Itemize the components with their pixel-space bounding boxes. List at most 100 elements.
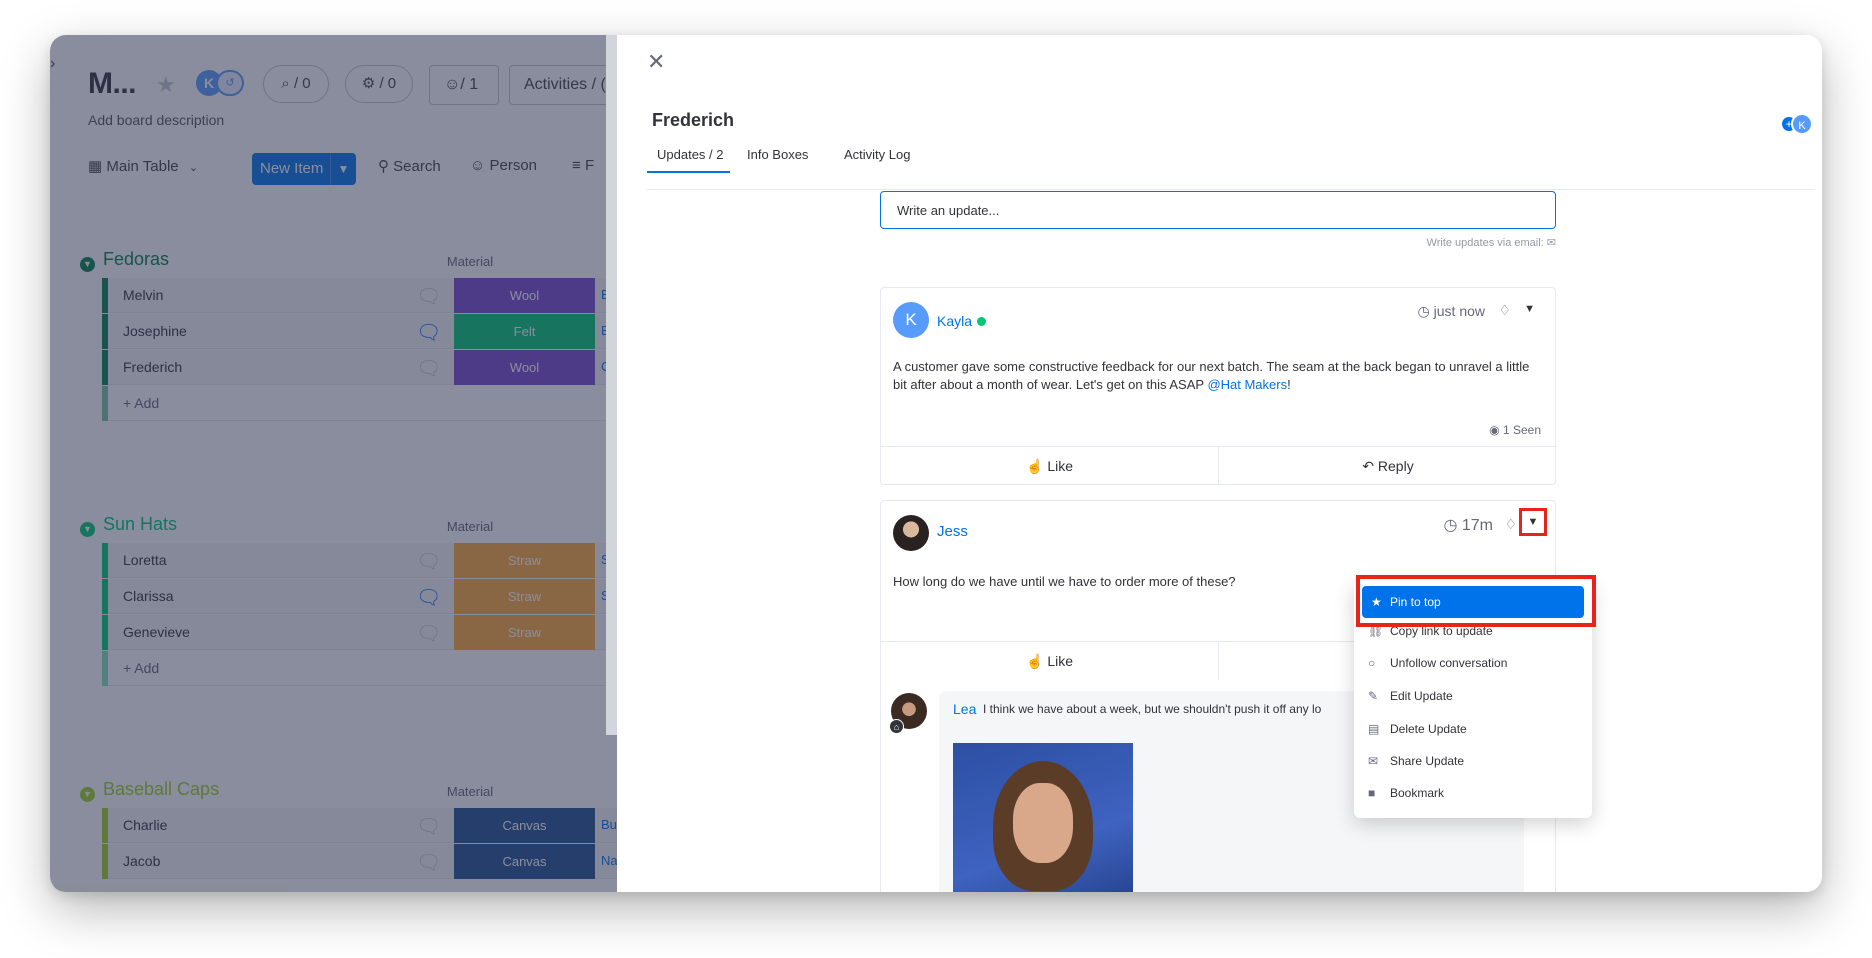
reply-author[interactable]: Lea xyxy=(953,701,976,717)
menu-item-bookmark[interactable]: ■ Bookmark xyxy=(1354,777,1592,809)
table-row[interactable]: Charlie 🗨 Canvas Burgu xyxy=(102,808,617,843)
material-cell[interactable]: Straw xyxy=(454,615,595,650)
column-header-material[interactable]: Material xyxy=(405,784,535,799)
post-author[interactable]: Kayla xyxy=(937,313,987,329)
menu-item-edit[interactable]: ✎ Edit Update xyxy=(1354,680,1592,712)
chat-bubble-icon[interactable]: 🗨 xyxy=(416,621,441,646)
avatar[interactable]: K xyxy=(893,302,929,338)
post-time: ◷ just now xyxy=(1417,303,1485,319)
chat-bubble-icon[interactable]: 🗨 xyxy=(416,284,441,309)
new-item-button[interactable]: New Item ▼ xyxy=(252,153,356,185)
menu-item-share[interactable]: ✉ Share Update xyxy=(1354,745,1592,777)
seen-counter[interactable]: ◉ 1 Seen xyxy=(1489,423,1541,437)
main-table-view[interactable]: ▦ Main Table ⌄ xyxy=(88,157,198,175)
caret-down-icon[interactable]: ▼ xyxy=(1524,303,1535,315)
tab-updates[interactable]: Updates / 2 xyxy=(657,147,724,170)
menu-item-copy-link[interactable]: ⛓ Copy link to update xyxy=(1354,615,1592,647)
color-cell[interactable]: Burgu xyxy=(601,817,617,832)
tab-activity-log[interactable]: Activity Log xyxy=(844,147,910,170)
filter-icon: ≡ xyxy=(572,157,581,174)
material-cell[interactable]: Straw xyxy=(454,543,595,578)
board-area: › M... ★ K ↺ ⌕ / 0 ⚙ / 0 ☺/ 1 Activities… xyxy=(50,35,617,892)
like-button[interactable]: ☝ Like xyxy=(881,642,1219,680)
chat-bubble-icon[interactable]: 🗨 xyxy=(416,850,441,875)
material-cell[interactable]: Wool xyxy=(454,350,595,385)
close-icon[interactable]: ✕ xyxy=(647,49,665,75)
material-cell[interactable]: Canvas xyxy=(454,844,595,879)
tab-info-boxes[interactable]: Info Boxes xyxy=(747,147,808,170)
table-row[interactable]: Frederich 🗨 Wool Charco xyxy=(102,350,617,385)
chat-bubble-icon[interactable]: 🗨 xyxy=(416,549,441,574)
board-title[interactable]: M... xyxy=(88,67,137,101)
caret-down-icon[interactable]: ▼ xyxy=(1519,508,1547,536)
material-cell[interactable]: Felt xyxy=(454,314,595,349)
members-button[interactable]: ☺/ 1 xyxy=(429,65,499,105)
chat-bubble-icon[interactable]: 🗨 xyxy=(416,356,441,381)
collapse-arrow-icon[interactable]: › xyxy=(50,55,55,73)
share-icon[interactable]: ↺ xyxy=(216,70,244,96)
pencil-icon: ✎ xyxy=(1368,689,1379,703)
thumbs-up-icon: ☝ xyxy=(1025,653,1048,669)
menu-item-pin-to-top[interactable]: ★ Pin to top xyxy=(1362,586,1584,618)
table-row[interactable]: Genevieve 🗨 Straw xyxy=(102,615,617,650)
material-cell[interactable]: Straw xyxy=(454,579,595,614)
update-post: K Kayla ◷ just now ♢ ▼ A customer gave s… xyxy=(880,287,1557,485)
chat-bubble-icon[interactable]: 🗨 xyxy=(416,585,441,610)
table-row[interactable]: Melvin 🗨 Wool Burgu... xyxy=(102,278,617,313)
board-vertical-scrollbar[interactable] xyxy=(606,35,617,735)
item-panel: ✕ Frederich + K ••• Updates / 2 Info Box… xyxy=(617,35,1822,892)
chevron-down-icon[interactable]: ▼ xyxy=(80,522,95,537)
write-via-email-link[interactable]: Write updates via email: ✉ xyxy=(1280,236,1556,249)
bookmark-icon: ■ xyxy=(1368,786,1376,800)
group-header-fedoras[interactable]: ▼ Fedoras xyxy=(80,249,169,273)
menu-item-delete[interactable]: ▤ Delete Update xyxy=(1354,713,1592,745)
table-row[interactable]: Clarissa 🗨 Straw St xyxy=(102,579,617,614)
filter-button[interactable]: ≡ F xyxy=(572,157,594,174)
avatar[interactable]: K xyxy=(1791,113,1813,135)
integrations-pill[interactable]: ⌕ / 0 xyxy=(263,65,329,103)
trash-icon: ▤ xyxy=(1368,722,1380,736)
gif-image[interactable] xyxy=(953,743,1133,892)
post-body: A customer gave some constructive feedba… xyxy=(893,359,1530,392)
item-title[interactable]: Frederich xyxy=(652,110,734,131)
reply-button[interactable]: ↶ Reply xyxy=(1219,447,1557,485)
material-cell[interactable]: Canvas xyxy=(454,808,595,843)
chevron-down-icon[interactable]: ▼ xyxy=(80,787,95,802)
table-row[interactable]: Jacob 🗨 Canvas Nav xyxy=(102,844,617,879)
home-icon: ⌂ xyxy=(889,719,904,734)
reply-text: I think we have about a week, but we sho… xyxy=(983,702,1322,716)
board-horizontal-scrollbar[interactable] xyxy=(50,886,293,892)
table-icon: ▦ xyxy=(88,158,103,175)
update-options-menu: ★ Pin to top ⛓ Copy link to update ○ Unfoll… xyxy=(1354,580,1592,818)
like-button[interactable]: ☝ Like xyxy=(881,447,1219,485)
color-cell[interactable]: Nav xyxy=(601,853,617,868)
column-header-material[interactable]: Material xyxy=(405,519,535,534)
bell-icon[interactable]: ♢ xyxy=(1498,302,1511,319)
search-icon: ⚲ xyxy=(378,158,389,175)
table-row[interactable]: Josephine 🗨 Felt Blac xyxy=(102,314,617,349)
board-description[interactable]: Add board description xyxy=(88,112,224,128)
search-button[interactable]: ⚲ Search xyxy=(378,157,441,175)
chevron-down-icon[interactable]: ▼ xyxy=(80,257,95,272)
person-filter-button[interactable]: ☺ Person xyxy=(470,157,537,174)
activities-button[interactable]: Activities / ( xyxy=(509,65,617,105)
table-row[interactable]: Loretta 🗨 Straw St xyxy=(102,543,617,578)
mention-link[interactable]: @Hat Makers xyxy=(1207,377,1287,392)
chevron-down-icon[interactable]: ▼ xyxy=(330,153,356,185)
chat-bubble-icon[interactable]: 🗨 xyxy=(416,320,441,345)
bell-icon[interactable]: ♢ xyxy=(1504,516,1517,533)
chat-bubble-icon[interactable]: 🗨 xyxy=(416,814,441,839)
column-header-material[interactable]: Material xyxy=(405,254,535,269)
star-icon[interactable]: ★ xyxy=(156,72,176,98)
avatar[interactable] xyxy=(893,515,929,551)
automations-pill[interactable]: ⚙ / 0 xyxy=(345,65,413,103)
group-header-baseball-caps[interactable]: ▼ Baseball Caps xyxy=(80,779,219,803)
chat-bubble-icon: ○ xyxy=(1368,656,1376,670)
write-update-input[interactable]: Write an update... xyxy=(880,191,1556,229)
material-cell[interactable]: Wool xyxy=(454,278,595,313)
add-item-row[interactable]: + Add xyxy=(102,651,617,686)
menu-item-unfollow[interactable]: ○ Unfollow conversation xyxy=(1354,647,1592,679)
post-author[interactable]: Jess xyxy=(937,523,968,540)
add-item-row[interactable]: + Add xyxy=(102,386,617,421)
group-header-sun-hats[interactable]: ▼ Sun Hats xyxy=(80,514,177,538)
